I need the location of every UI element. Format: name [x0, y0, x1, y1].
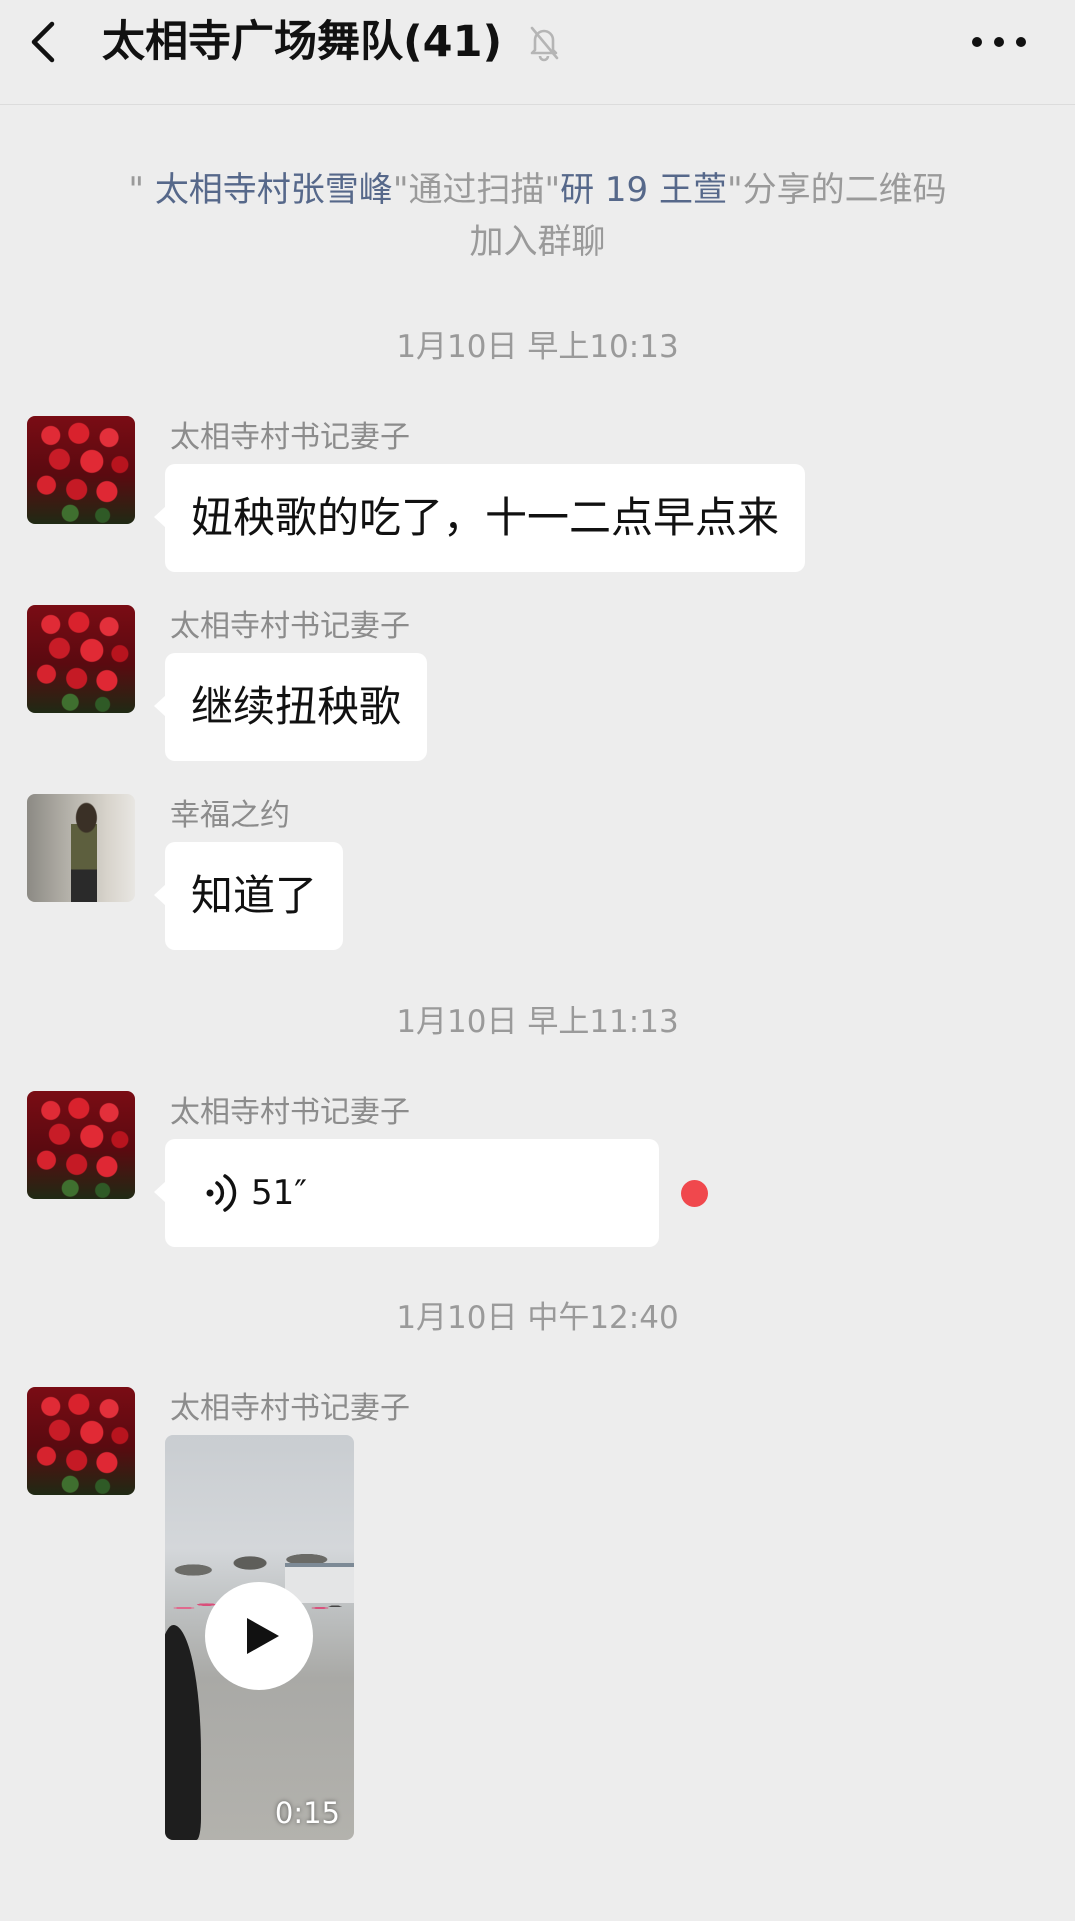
sharer-name-link[interactable]: 研 19 王萱 [560, 170, 727, 210]
voice-wave-icon [203, 1171, 243, 1215]
more-horizontal-icon [972, 37, 1026, 47]
bell-off-icon [524, 22, 564, 62]
message-bubble[interactable]: 继续扭秧歌 [153, 653, 428, 761]
unread-indicator [681, 1180, 708, 1207]
video-duration: 0:15 [274, 1796, 340, 1830]
avatar[interactable] [27, 605, 135, 713]
message-bubble[interactable]: 知道了 [153, 842, 344, 950]
back-button[interactable] [22, 14, 72, 70]
timestamp: 1月10日 中午12:40 [396, 1300, 679, 1336]
avatar[interactable] [27, 1387, 135, 1495]
sender-name: 太相寺村书记妻子 [170, 609, 410, 644]
quote-mark: " [128, 170, 144, 210]
message-bubble[interactable]: 妞秧歌的吃了，十一二点早点来 [153, 464, 806, 572]
more-button[interactable] [966, 18, 1032, 66]
notice-text: "分享的二维码 [726, 170, 947, 210]
thumbnail-person [165, 1625, 201, 1840]
chevron-left-icon [31, 21, 55, 63]
system-join-notice: " 太相寺村张雪峰"通过扫描"研 19 王萱"分享的二维码 加入群聊 [60, 164, 1015, 268]
sender-name: 太相寺村书记妻子 [170, 420, 410, 455]
voice-message-bubble[interactable]: 51″ [154, 1139, 659, 1247]
play-button[interactable] [205, 1582, 313, 1690]
system-notice-line-2: 加入群聊 [469, 222, 606, 262]
video-message-thumbnail[interactable]: 0:15 [165, 1435, 354, 1840]
system-notice-line-1: " 太相寺村张雪峰"通过扫描"研 19 王萱"分享的二维码 [60, 164, 1015, 216]
timestamp: 1月10日 早上10:13 [396, 329, 679, 365]
sender-name: 太相寺村书记妻子 [170, 1095, 410, 1130]
chat-title: 太相寺广场舞队(41) [102, 17, 503, 67]
avatar[interactable] [27, 794, 135, 902]
avatar[interactable] [27, 1091, 135, 1199]
play-icon [247, 1618, 279, 1654]
sender-name: 太相寺村书记妻子 [170, 1391, 410, 1426]
voice-duration: 51″ [251, 1173, 307, 1213]
sender-name: 幸福之约 [170, 798, 290, 833]
chat-screen: 太相寺广场舞队(41) " 太相寺村张雪峰"通过扫描"研 19 王萱"分享的二维… [0, 0, 1075, 1921]
avatar[interactable] [27, 416, 135, 524]
timestamp: 1月10日 早上11:13 [396, 1004, 679, 1040]
joiner-name-link[interactable]: 太相寺村张雪峰 [155, 170, 393, 210]
notice-text: "通过扫描" [392, 170, 561, 210]
chat-header: 太相寺广场舞队(41) [0, 0, 1075, 105]
